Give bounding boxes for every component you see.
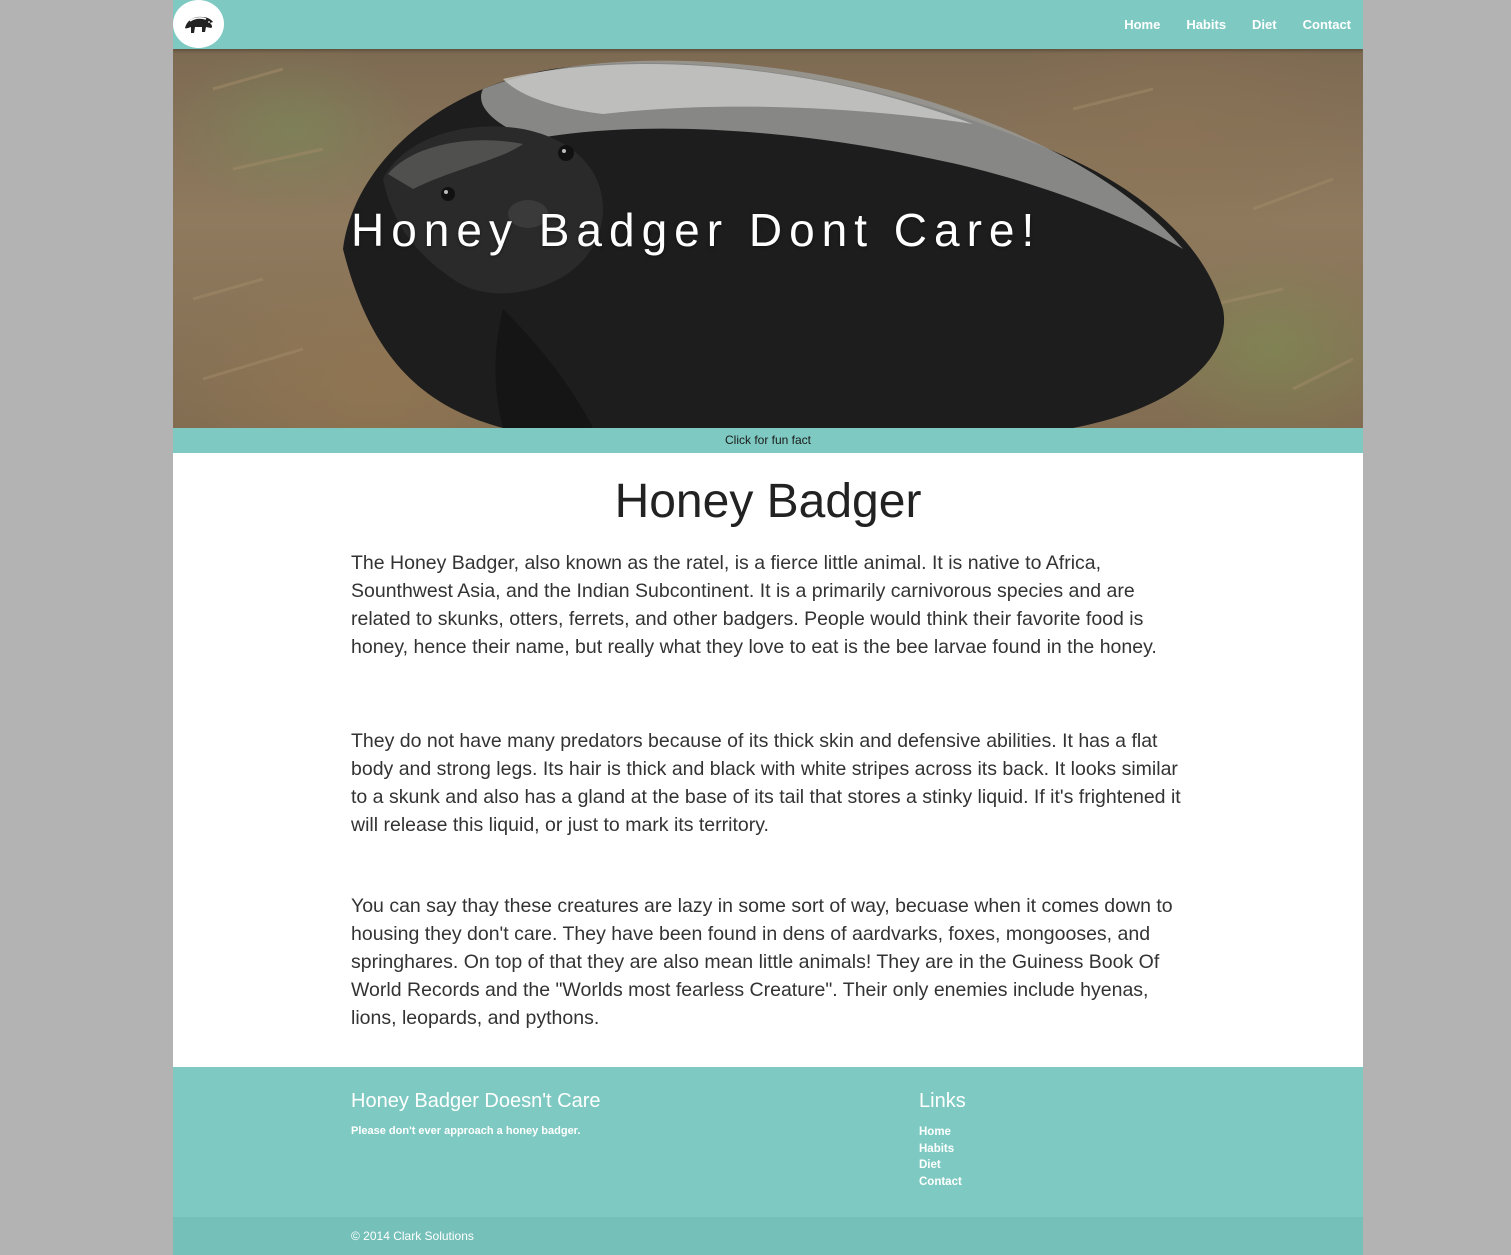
nav-link-home[interactable]: Home <box>1124 17 1160 32</box>
footer-tagline: Please don't ever approach a honey badge… <box>351 1125 581 1137</box>
footer-link-diet[interactable]: Diet <box>919 1157 962 1174</box>
intro-paragraph: The Honey Badger, also known as the rate… <box>351 552 1157 658</box>
honey-badger-logo-icon[interactable] <box>173 0 224 48</box>
page-title: Honey Badger <box>614 475 922 528</box>
fun-fact-button[interactable]: Click for fun fact <box>173 428 1363 453</box>
predators-paragraph: They do not have many predators because … <box>351 730 1181 836</box>
nav-link-diet[interactable]: Diet <box>1252 17 1277 32</box>
footer-about-title: Honey Badger Doesn't Care <box>351 1090 601 1112</box>
nav-link-habits[interactable]: Habits <box>1186 17 1226 32</box>
copyright-bar: © 2014 Clark Solutions <box>173 1217 1363 1255</box>
hero-banner: Honey Badger Dont Care! <box>173 49 1363 428</box>
copyright-text: © 2014 Clark Solutions <box>351 1229 474 1243</box>
nav-menu: Home Habits Diet Contact <box>1098 0 1351 48</box>
footer-link-habits[interactable]: Habits <box>919 1141 962 1158</box>
footer-link-home[interactable]: Home <box>919 1124 962 1141</box>
page-container: Home Habits Diet Contact Honey Badger Do… <box>173 0 1363 1255</box>
footer-links-title: Links <box>919 1090 966 1112</box>
footer-links-list: Home Habits Diet Contact <box>919 1124 962 1190</box>
hero-title: Honey Badger Dont Care! <box>351 204 1042 256</box>
habits-paragraph: You can say thay these creatures are laz… <box>351 895 1173 1029</box>
footer-link-contact[interactable]: Contact <box>919 1174 962 1191</box>
nav-link-contact[interactable]: Contact <box>1303 17 1351 32</box>
navbar: Home Habits Diet Contact <box>173 0 1363 49</box>
footer: Honey Badger Doesn't Care Please don't e… <box>173 1067 1363 1217</box>
